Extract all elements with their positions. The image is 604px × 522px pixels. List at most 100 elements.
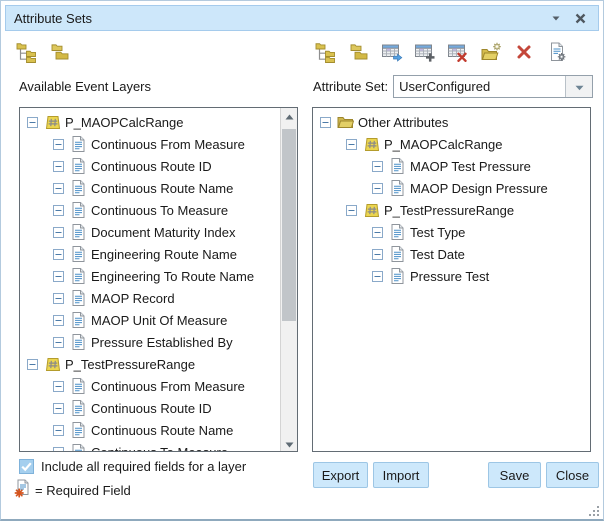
tree-item-label: MAOP Record: [91, 291, 175, 306]
collapse-window-button[interactable]: [546, 8, 566, 28]
tree-item-document-maturity-index[interactable]: Document Maturity Index: [20, 221, 280, 243]
tree-item-test-date[interactable]: Test Date: [313, 243, 590, 265]
tree-item-label: Pressure Established By: [91, 335, 233, 350]
tree-item-label: Continuous Route ID: [91, 401, 212, 416]
tree-item-maop-test-pressure[interactable]: MAOP Test Pressure: [313, 155, 590, 177]
tree-item-label: Continuous From Measure: [91, 379, 245, 394]
tree-item-p-testpressurerange[interactable]: P_TestPressureRange: [313, 199, 590, 221]
tree-item-label: Continuous Route ID: [91, 159, 212, 174]
collapse-toggle[interactable]: [53, 227, 64, 238]
tree-item-continuous-route-name[interactable]: Continuous Route Name: [20, 177, 280, 199]
collapse-toggle[interactable]: [53, 381, 64, 392]
tree-item-continuous-route-name[interactable]: Continuous Route Name: [20, 419, 280, 441]
folders-icon: [348, 42, 370, 62]
table-delete-icon: [447, 42, 469, 62]
include-required-fields-label: Include all required fields for a layer: [41, 459, 246, 474]
tree-item-test-type[interactable]: Test Type: [313, 221, 590, 243]
delete-attribute-set-button[interactable]: [447, 41, 469, 63]
tree-item-continuous-route-id[interactable]: Continuous Route ID: [20, 155, 280, 177]
collapse-toggle[interactable]: [320, 117, 331, 128]
copy-attribute-set-button[interactable]: [381, 41, 403, 63]
tree-item-maop-unit-of-measure[interactable]: MAOP Unit Of Measure: [20, 309, 280, 331]
new-group-button[interactable]: [480, 41, 502, 63]
document-icon: [70, 290, 87, 306]
collapse-toggle[interactable]: [53, 425, 64, 436]
collapse-toggle[interactable]: [346, 139, 357, 150]
collapse-toggle[interactable]: [53, 337, 64, 348]
tree-item-other-attributes[interactable]: Other Attributes: [313, 111, 590, 133]
tree-item-continuous-route-id[interactable]: Continuous Route ID: [20, 397, 280, 419]
tree-item-maop-design-pressure[interactable]: MAOP Design Pressure: [313, 177, 590, 199]
collapse-toggle[interactable]: [53, 161, 64, 172]
event-layer-icon: [44, 115, 61, 130]
attribute-sets-dialog: Attribute Sets Available Event Layers At…: [0, 0, 604, 521]
collapse-toggle[interactable]: [27, 359, 38, 370]
expand-event-layers-button[interactable]: [16, 41, 38, 63]
collapse-toggle[interactable]: [53, 205, 64, 216]
save-button[interactable]: Save: [488, 462, 541, 488]
resize-grip[interactable]: [588, 504, 600, 516]
tree-item-label: Test Date: [410, 247, 465, 262]
export-button[interactable]: Export: [313, 462, 368, 488]
attribute-set-dropdown[interactable]: UserConfigured: [393, 75, 593, 98]
tree-item-maop-record[interactable]: MAOP Record: [20, 287, 280, 309]
collapse-toggle[interactable]: [27, 117, 38, 128]
left-panel-scrollbar[interactable]: [280, 108, 297, 451]
tree-item-engineering-to-route-name[interactable]: Engineering To Route Name: [20, 265, 280, 287]
tree-item-label: Continuous From Measure: [91, 137, 245, 152]
expand-attribute-set-button[interactable]: [315, 41, 337, 63]
collapse-toggle[interactable]: [53, 139, 64, 150]
collapse-toggle[interactable]: [372, 161, 383, 172]
tree-item-continuous-from-measure[interactable]: Continuous From Measure: [20, 375, 280, 397]
document-icon: [389, 268, 406, 284]
collapse-toggle[interactable]: [53, 447, 64, 452]
collapse-toggle[interactable]: [372, 183, 383, 194]
delete-x-icon: [514, 43, 534, 61]
tree-item-label: P_TestPressureRange: [384, 203, 514, 218]
close-window-button[interactable]: [570, 8, 590, 28]
scroll-down-button[interactable]: [281, 436, 297, 451]
dropdown-button[interactable]: [565, 76, 592, 97]
collapse-toggle[interactable]: [346, 205, 357, 216]
collapse-attribute-set-button[interactable]: [348, 41, 370, 63]
folder-open-icon: [337, 115, 354, 129]
tree-item-pressure-established-by[interactable]: Pressure Established By: [20, 331, 280, 353]
tree-item-label: Continuous To Measure: [91, 203, 228, 218]
collapse-toggle[interactable]: [372, 227, 383, 238]
tree-item-label: Pressure Test: [410, 269, 489, 284]
collapse-event-layers-button[interactable]: [49, 41, 71, 63]
tree-item-p-testpressurerange[interactable]: P_TestPressureRange: [20, 353, 280, 375]
import-button[interactable]: Import: [373, 462, 429, 488]
tree-item-p-maopcalcrange[interactable]: P_MAOPCalcRange: [313, 133, 590, 155]
close-icon: [574, 12, 587, 25]
document-icon: [70, 378, 87, 394]
tree-item-continuous-from-measure[interactable]: Continuous From Measure: [20, 133, 280, 155]
remove-selected-button[interactable]: [513, 41, 535, 63]
scroll-up-button[interactable]: [281, 108, 297, 123]
collapse-toggle[interactable]: [53, 271, 64, 282]
collapse-toggle[interactable]: [372, 271, 383, 282]
scrollbar-track[interactable]: [281, 123, 297, 436]
collapse-toggle[interactable]: [53, 315, 64, 326]
document-icon: [70, 444, 87, 451]
tree-item-engineering-route-name[interactable]: Engineering Route Name: [20, 243, 280, 265]
tree-item-label: Continuous Route Name: [91, 423, 233, 438]
include-required-fields-checkbox[interactable]: [19, 459, 34, 474]
attribute-set-panel: Other Attributes P_MAOPCalcRange MAOP Test…: [312, 107, 591, 452]
attribute-set-properties-button[interactable]: [546, 41, 568, 63]
collapse-toggle[interactable]: [53, 249, 64, 260]
titlebar[interactable]: Attribute Sets: [5, 5, 599, 31]
tree-item-label: P_MAOPCalcRange: [384, 137, 503, 152]
scroll-up-icon: [285, 107, 294, 125]
close-button[interactable]: Close: [546, 462, 599, 488]
collapse-toggle[interactable]: [372, 249, 383, 260]
new-attribute-set-button[interactable]: [414, 41, 436, 63]
tree-item-continuous-to-measure[interactable]: Continuous To Measure: [20, 441, 280, 451]
tree-item-p-maopcalcrange[interactable]: P_MAOPCalcRange: [20, 111, 280, 133]
scrollbar-thumb[interactable]: [282, 129, 296, 321]
collapse-toggle[interactable]: [53, 293, 64, 304]
collapse-toggle[interactable]: [53, 183, 64, 194]
collapse-toggle[interactable]: [53, 403, 64, 414]
tree-item-continuous-to-measure[interactable]: Continuous To Measure: [20, 199, 280, 221]
tree-item-pressure-test[interactable]: Pressure Test: [313, 265, 590, 287]
